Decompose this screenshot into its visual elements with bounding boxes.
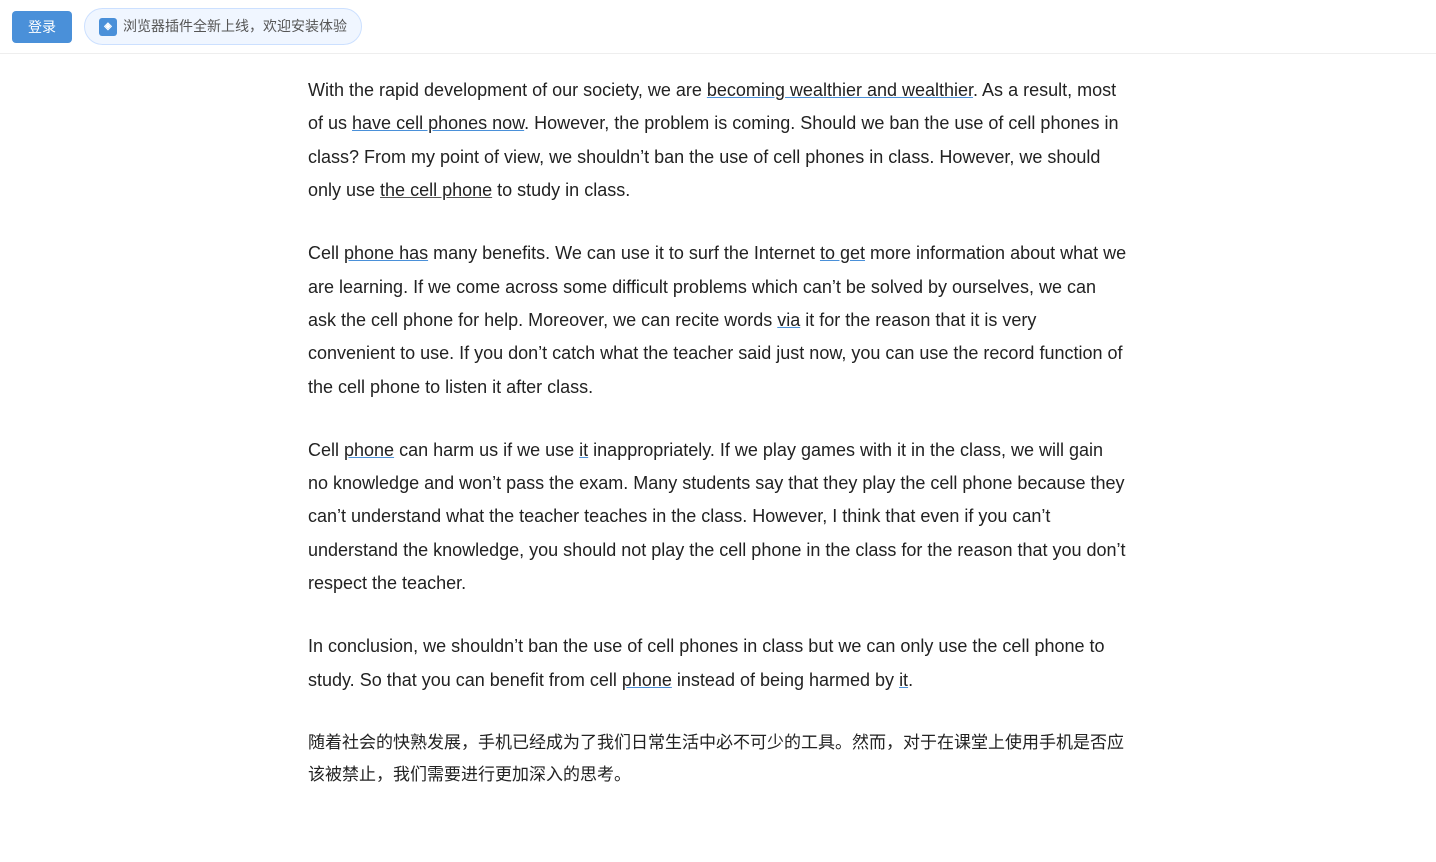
paragraph-p3: Cell phone can harm us if we use it inap… — [308, 434, 1128, 600]
highlighted-text: becoming wealthier and wealthier — [707, 80, 973, 100]
paragraph-p5: 随着社会的快熟发展，手机已经成为了我们日常生活中必不可少的工具。然而，对于在课堂… — [308, 727, 1128, 792]
paragraph-p4: In conclusion, we shouldn’t ban the use … — [308, 630, 1128, 697]
paragraph-p2: Cell phone has many benefits. We can use… — [308, 237, 1128, 403]
highlighted-text: the cell phone — [380, 180, 492, 200]
highlighted-text: phone — [622, 670, 672, 690]
highlighted-text: have cell phones now — [352, 113, 524, 133]
highlighted-text: to get — [820, 243, 865, 263]
highlighted-text: via — [777, 310, 800, 330]
highlighted-text: phone has — [344, 243, 428, 263]
highlighted-text: it — [579, 440, 588, 460]
plugin-banner[interactable]: ◈ 浏览器插件全新上线，欢迎安装体验 — [84, 8, 362, 45]
plugin-banner-text: 浏览器插件全新上线，欢迎安装体验 — [123, 14, 347, 39]
highlighted-text: phone — [344, 440, 394, 460]
plugin-icon: ◈ — [99, 18, 117, 36]
highlighted-text: it — [899, 670, 908, 690]
paragraph-p1: With the rapid development of our societ… — [308, 74, 1128, 207]
top-bar: 登录 ◈ 浏览器插件全新上线，欢迎安装体验 — [0, 0, 1436, 54]
login-button[interactable]: 登录 — [12, 11, 72, 43]
content-area: With the rapid development of our societ… — [268, 54, 1168, 861]
